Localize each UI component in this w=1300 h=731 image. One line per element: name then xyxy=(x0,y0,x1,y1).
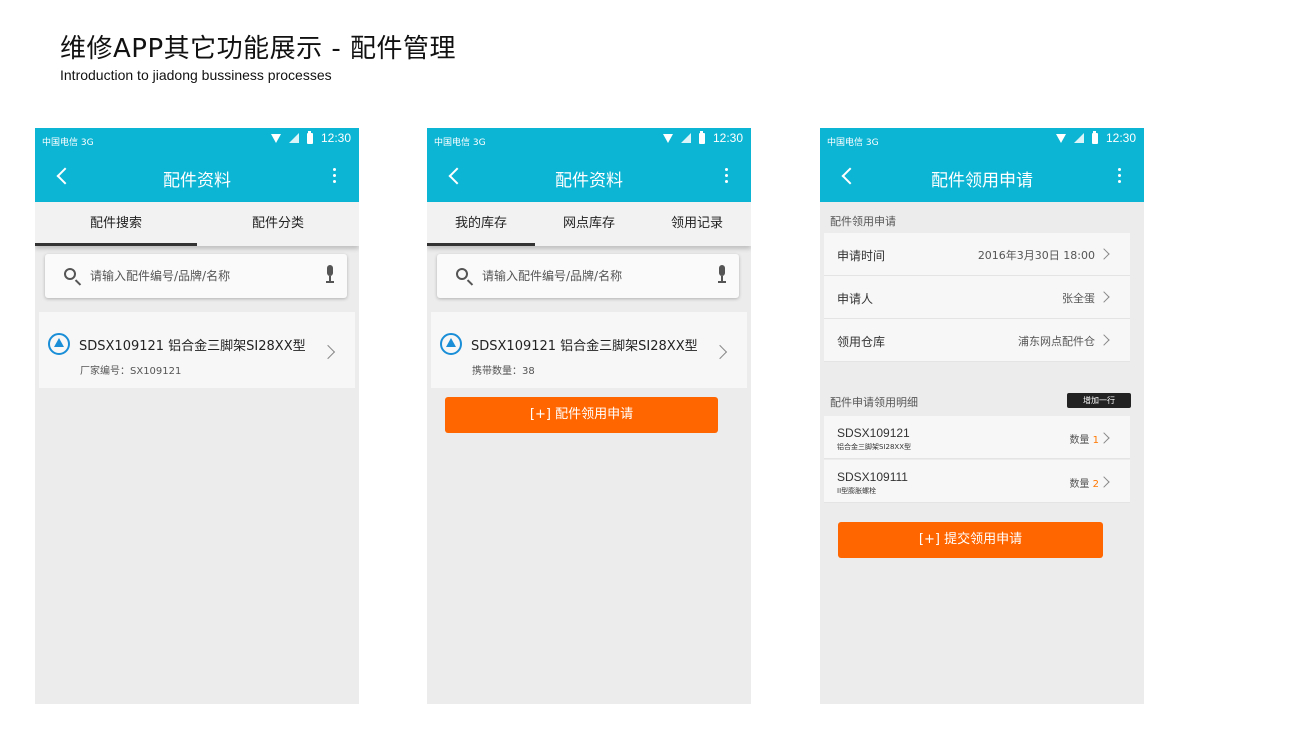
search-icon xyxy=(64,268,76,280)
chevron-right-icon xyxy=(712,344,728,360)
item-code: SDSX109121 xyxy=(837,426,910,440)
status-bar: 中国电信 3G 12:30 xyxy=(427,128,751,152)
item-desc: 铝合金三脚架SI28XX型 xyxy=(837,443,912,451)
chevron-right-icon xyxy=(1098,248,1110,260)
signal-icon xyxy=(680,133,691,143)
item-code: SDSX109111 xyxy=(837,470,908,484)
item-qty: 数量 1 xyxy=(1069,435,1099,446)
part-logo-icon xyxy=(440,333,462,355)
detail-item[interactable]: SDSX109111 II型膨胀螺栓 数量 2 xyxy=(824,460,1130,503)
tab-bar: 我的库存 网点库存 领用记录 xyxy=(427,202,751,246)
app-bar: 配件资料 xyxy=(427,152,751,202)
wifi-icon xyxy=(1055,133,1066,143)
apply-parts-button[interactable]: [+] 配件领用申请 xyxy=(445,397,718,433)
part-name: SDSX109121 铝合金三脚架SI28XX型 xyxy=(471,339,698,354)
wifi-icon xyxy=(270,133,281,143)
part-logo-icon xyxy=(48,333,70,355)
detail-item[interactable]: SDSX109121 铝合金三脚架SI28XX型 数量 1 xyxy=(824,416,1130,459)
carrier-label: 中国电信 3G xyxy=(42,138,94,148)
field-value: 张全蛋 xyxy=(1062,292,1095,305)
carrier-label: 中国电信 3G xyxy=(827,138,879,148)
signal-icon xyxy=(1073,133,1084,143)
search-input[interactable]: 请输入配件编号/品牌/名称 xyxy=(45,254,347,298)
screen-title: 配件资料 xyxy=(555,171,623,191)
tab-parts-search[interactable]: 配件搜索 xyxy=(35,202,197,246)
battery-icon xyxy=(1091,130,1098,144)
more-vert-icon[interactable] xyxy=(333,168,337,186)
section-label-details: 配件申请领用明细 xyxy=(830,396,918,409)
submit-request-button[interactable]: [+] 提交领用申请 xyxy=(838,522,1103,558)
search-placeholder: 请输入配件编号/品牌/名称 xyxy=(482,269,623,283)
tab-claim-records[interactable]: 领用记录 xyxy=(643,202,751,246)
add-row-button[interactable]: 增加一行 xyxy=(1067,393,1131,408)
tab-parts-category[interactable]: 配件分类 xyxy=(197,202,359,246)
mic-icon[interactable] xyxy=(717,265,727,285)
clock: 12:30 xyxy=(1105,131,1136,145)
chevron-right-icon xyxy=(1098,476,1110,488)
chevron-right-icon xyxy=(1098,334,1110,346)
chevron-right-icon xyxy=(1098,291,1110,303)
chevron-right-icon xyxy=(1098,432,1110,444)
phone-screen-claim-request: 中国电信 3G 12:30 配件领用申请 配件领用申请 申请时间 2016年3月… xyxy=(820,128,1144,704)
app-bar: 配件领用申请 xyxy=(820,152,1144,202)
section-label-request: 配件领用申请 xyxy=(830,215,896,228)
tab-my-stock[interactable]: 我的库存 xyxy=(427,202,535,246)
tab-bar: 配件搜索 配件分类 xyxy=(35,202,359,246)
tab-branch-stock[interactable]: 网点库存 xyxy=(535,202,643,246)
part-list-item[interactable]: SDSX109121 铝合金三脚架SI28XX型 携带数量：38 xyxy=(431,312,747,388)
screen-title: 配件领用申请 xyxy=(931,171,1033,191)
chevron-right-icon xyxy=(320,344,336,360)
field-request-time[interactable]: 申请时间 2016年3月30日 18:00 xyxy=(824,233,1130,276)
search-icon xyxy=(456,268,468,280)
part-list-item[interactable]: SDSX109121 铝合金三脚架SI28XX型 厂家编号：SX109121 xyxy=(39,312,355,388)
clock: 12:30 xyxy=(712,131,743,145)
part-name: SDSX109121 铝合金三脚架SI28XX型 xyxy=(79,339,306,354)
field-value: 2016年3月30日 18:00 xyxy=(977,249,1095,262)
part-carried-qty: 携带数量：38 xyxy=(472,366,535,377)
field-applicant[interactable]: 申请人 张全蛋 xyxy=(824,276,1130,319)
battery-icon xyxy=(698,130,705,144)
clock: 12:30 xyxy=(320,131,351,145)
phone-screen-inventory: 中国电信 3G 12:30 配件资料 我的库存 网点库存 领用记录 请输入配件编… xyxy=(427,128,751,704)
part-maker-code: 厂家编号：SX109121 xyxy=(80,366,182,377)
field-value: 浦东网点配件仓 xyxy=(1018,335,1095,348)
item-qty: 数量 2 xyxy=(1069,479,1099,490)
carrier-label: 中国电信 3G xyxy=(434,138,486,148)
page-title: 维修APP其它功能展示 - 配件管理 xyxy=(60,34,457,64)
field-warehouse[interactable]: 领用仓库 浦东网点配件仓 xyxy=(824,319,1130,362)
battery-icon xyxy=(306,130,313,144)
screen-title: 配件资料 xyxy=(163,171,231,191)
page-subtitle: Introduction to jiadong bussiness proces… xyxy=(60,67,332,83)
item-desc: II型膨胀螺栓 xyxy=(837,487,877,495)
field-label: 申请人 xyxy=(837,292,874,306)
signal-icon xyxy=(288,133,299,143)
status-bar: 中国电信 3G 12:30 xyxy=(820,128,1144,152)
search-input[interactable]: 请输入配件编号/品牌/名称 xyxy=(437,254,739,298)
status-bar: 中国电信 3G 12:30 xyxy=(35,128,359,152)
more-vert-icon[interactable] xyxy=(725,168,729,186)
more-vert-icon[interactable] xyxy=(1118,168,1122,186)
phone-screen-parts-search: 中国电信 3G 12:30 配件资料 配件搜索 配件分类 请输入配件编号/品牌/… xyxy=(35,128,359,704)
wifi-icon xyxy=(662,133,673,143)
search-placeholder: 请输入配件编号/品牌/名称 xyxy=(90,269,231,283)
mic-icon[interactable] xyxy=(325,265,335,285)
field-label: 申请时间 xyxy=(837,249,886,263)
app-bar: 配件资料 xyxy=(35,152,359,202)
field-label: 领用仓库 xyxy=(837,335,886,349)
